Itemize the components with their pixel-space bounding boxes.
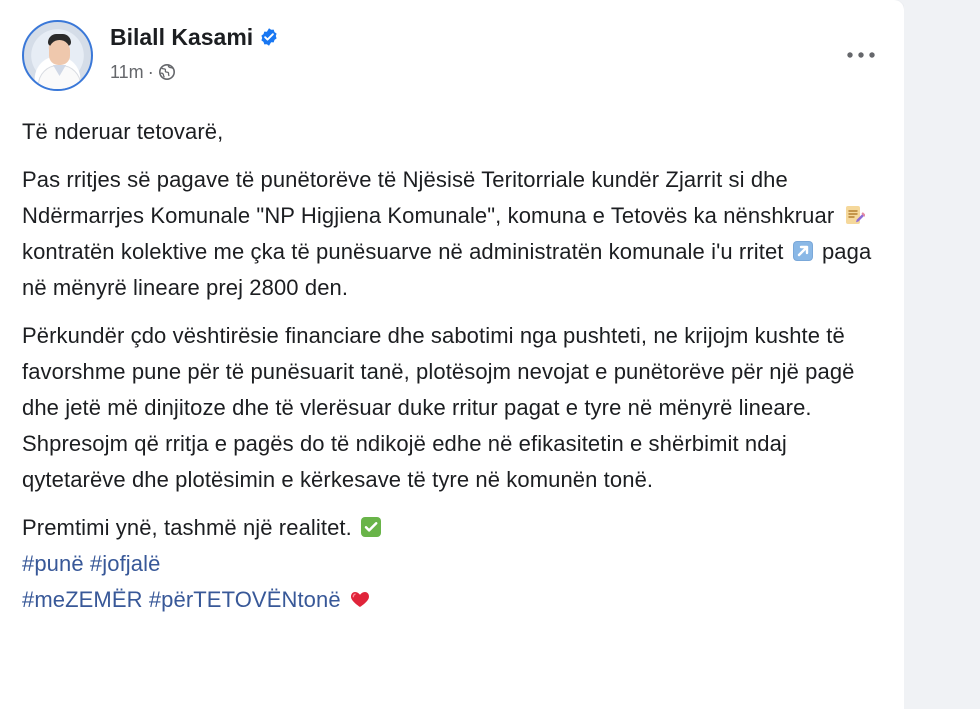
hashtag-line-1: #punë #jofjalë (22, 546, 892, 582)
globe-icon[interactable] (158, 63, 176, 81)
post-header: Bilall Kasami 11m · (22, 20, 882, 92)
hashtag-pune[interactable]: #punë (22, 551, 84, 576)
post-card: Bilall Kasami 11m · Të nderuar tetovarë,… (0, 0, 904, 709)
post-paragraph-1: Pas rritjes së pagave të punëtorëve të N… (22, 162, 892, 306)
red-heart-emoji (349, 585, 371, 607)
avatar[interactable] (22, 20, 93, 91)
post-paragraph-1-part-1: Pas rritjes së pagave të punëtorëve të N… (22, 167, 835, 228)
avatar-face (49, 40, 70, 65)
hashtag-pertetoventone[interactable]: #përTETOVËNtonë (149, 587, 341, 612)
post-body: Të nderuar tetovarë, Pas rritjes së paga… (22, 114, 892, 618)
author-name[interactable]: Bilall Kasami (110, 24, 253, 50)
hashtag-mezemer[interactable]: #meZEMËR (22, 587, 143, 612)
post-paragraph-3: Premtimi ynë, tashmë një realitet. (22, 510, 892, 546)
more-options-button[interactable] (840, 34, 882, 76)
post-paragraph-3-text: Premtimi ynë, tashmë një realitet. (22, 515, 352, 540)
up-right-arrow-emoji (792, 237, 814, 261)
post-paragraph-1-part-2: kontratën kolektive me çka të punësuarve… (22, 239, 784, 264)
page-background (904, 0, 980, 709)
post-greeting: Të nderuar tetovarë, (22, 119, 224, 144)
verified-badge-icon (259, 27, 279, 47)
meta-separator: · (147, 62, 154, 82)
timestamp[interactable]: 11m (110, 63, 144, 81)
hashtag-jofjale[interactable]: #jofjalë (90, 551, 161, 576)
memo-emoji (843, 201, 866, 224)
hashtag-line-2: #meZEMËR #përTETOVËNtonë (22, 582, 892, 618)
post-meta: 11m · (110, 63, 176, 81)
post-paragraph-2: Përkundër çdo vështirësie financiare dhe… (22, 323, 855, 492)
author-line: Bilall Kasami (110, 24, 279, 50)
check-mark-emoji (360, 513, 382, 537)
more-options-icon (846, 51, 876, 59)
